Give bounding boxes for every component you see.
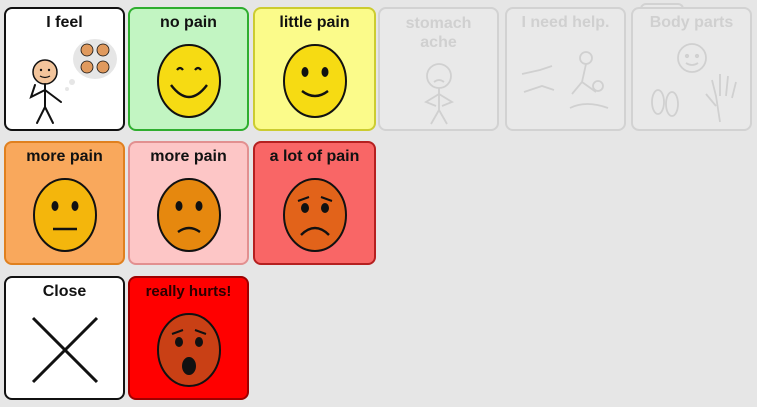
help-figures-icon — [507, 37, 624, 125]
body-parts-icon — [633, 37, 750, 125]
tile-more-pain-1[interactable]: more pain — [4, 141, 125, 265]
tile-label: stomach ache — [380, 14, 497, 52]
tile-no-pain[interactable]: no pain — [128, 7, 249, 131]
tile-stomach-ache: stomach ache — [378, 7, 499, 131]
communication-board: { "tiles": { "i_feel": { "label": "I fee… — [0, 0, 757, 407]
sad-face-icon — [255, 171, 374, 259]
person-thinking-of-faces-icon — [6, 37, 123, 125]
big-smile-face-icon — [130, 37, 247, 125]
smile-face-icon — [255, 37, 374, 125]
tile-really-hurts[interactable]: really hurts! — [128, 276, 249, 400]
tile-label: a lot of pain — [269, 148, 360, 165]
tile-label: no pain — [160, 14, 217, 31]
neutral-face-icon — [6, 171, 123, 259]
tile-label: little pain — [279, 14, 350, 31]
tile-label: more pain — [26, 148, 103, 165]
tile-little-pain[interactable]: little pain — [253, 7, 376, 131]
tile-i-feel[interactable]: I feel — [4, 7, 125, 131]
tile-close[interactable]: Close — [4, 276, 125, 400]
tile-label: I need help. — [521, 14, 610, 31]
tile-a-lot-of-pain[interactable]: a lot of pain — [253, 141, 376, 265]
folder-body-parts: Body parts — [631, 7, 752, 131]
tile-i-need-help: I need help. — [505, 7, 626, 131]
tile-label: Close — [42, 283, 87, 300]
tile-label: I feel — [46, 14, 83, 31]
stomach-ache-figure-icon — [380, 63, 497, 125]
shocked-face-icon — [130, 306, 247, 394]
slight-frown-face-icon — [130, 171, 247, 259]
tile-label-text: stomach ache — [405, 15, 472, 51]
tile-label: really hurts! — [145, 283, 232, 300]
tile-label: Body parts — [649, 14, 734, 31]
tile-label: more pain — [150, 148, 227, 165]
close-x-icon — [6, 306, 123, 394]
tile-more-pain-2[interactable]: more pain — [128, 141, 249, 265]
